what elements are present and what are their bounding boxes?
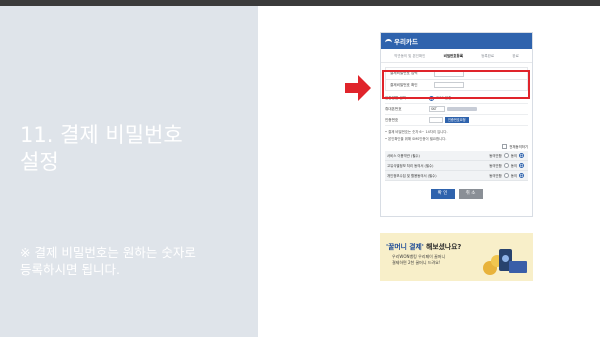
code-row: 인증번호 인증번호요청 (381, 115, 532, 125)
step-2: 비밀번호등록 (443, 54, 463, 58)
slide-body-line1: ※ 결제 비밀번호는 원하는 숫자로 (20, 245, 196, 260)
disagree-radio[interactable] (503, 173, 509, 178)
form-buttons: 확 인 취 소 (381, 189, 532, 199)
agreement-label[interactable]: 고유식별정보 처리 동의서 (필수) (387, 163, 433, 168)
note-2: • 본인확인을 위해 SMS인증이 필요합니다. (385, 137, 447, 141)
disagree-label: 동의안함 (489, 164, 502, 168)
progress-steps: 약관동의 및 본인확인 비밀번호등록 등록완료 완료 (381, 49, 532, 63)
code-input[interactable] (429, 117, 443, 123)
promo-banner[interactable]: '꿀머니 결제' 해보셨나요? 우리WON뱅킹 우리페이 꿀머니 결제하면 2천… (380, 233, 533, 281)
divider (385, 125, 528, 126)
slide-body-line2: 등록하시면 됩니다. (20, 262, 120, 277)
woori-logo-icon (385, 39, 392, 43)
payment-password-form-screenshot: 우리카드 약관동의 및 본인확인 비밀번호등록 등록완료 완료 결제비밀번호 입… (380, 32, 533, 217)
note-1: • 결제 비밀번호는 숫자 6~ 14자리 입니다. (385, 130, 448, 134)
agreement-label[interactable]: 개인정보수집 및 활용동의서 (필수) (387, 173, 437, 178)
red-highlight-box (382, 70, 530, 99)
agreement-options: 동의안함 동의 (489, 153, 526, 158)
red-arrow-icon (345, 75, 371, 101)
agree-radio[interactable] (519, 163, 524, 168)
disagree-radio[interactable] (503, 153, 509, 158)
slide-title-line1: 11. 결제 비밀번호 (20, 123, 183, 147)
card-logo-text: 우리카드 (394, 38, 418, 46)
disagree-label: 동의안함 (489, 174, 502, 178)
code-label: 인증번호 (385, 117, 399, 122)
phone-label: 휴대폰번호 (385, 106, 402, 111)
step-1: 약관동의 및 본인확인 (394, 54, 426, 58)
disagree-label: 동의안함 (489, 154, 502, 158)
banner-title-rest: 해보셨나요? (423, 243, 462, 251)
agree-all-row: 전체동의하기 (381, 142, 532, 151)
agreement-row: 서비스 이용약관 (필수) 동의안함 동의 (385, 151, 528, 161)
banner-title-quote: '꿀머니 결제' (386, 243, 424, 251)
request-code-button[interactable]: 인증번호요청 (445, 117, 469, 123)
agree-label: 동의 (510, 164, 517, 168)
agreement-row: 개인정보수집 및 활용동의서 (필수) 동의안함 동의 (385, 171, 528, 181)
step-3: 등록완료 (481, 54, 495, 58)
agree-radio[interactable] (519, 153, 524, 158)
agree-label: 동의 (510, 154, 517, 158)
confirm-button[interactable]: 확 인 (430, 189, 455, 199)
credit-card-icon (509, 261, 527, 273)
cancel-button[interactable]: 취 소 (458, 189, 483, 199)
phone-number-masked (447, 107, 477, 111)
slide-title-line2: 설정 (20, 150, 59, 174)
agree-all-checkbox[interactable] (502, 144, 508, 149)
slide-body-text: ※ 결제 비밀번호는 원하는 숫자로 등록하시면 됩니다. (20, 244, 255, 278)
agree-label: 동의 (510, 174, 517, 178)
agree-all-label: 전체동의하기 (509, 145, 528, 149)
card-header: 우리카드 (381, 33, 532, 49)
agree-radio[interactable] (519, 173, 524, 178)
step-4: 완료 (512, 54, 519, 58)
agreement-options: 동의안함 동의 (489, 173, 526, 178)
slide-title: 11. 결제 비밀번호 설정 (20, 122, 250, 176)
disagree-radio[interactable] (503, 163, 509, 168)
agreement-row: 고유식별정보 처리 동의서 (필수) 동의안함 동의 (385, 161, 528, 171)
banner-title: '꿀머니 결제' 해보셨나요? (386, 241, 461, 251)
agreement-options: 동의안함 동의 (489, 163, 526, 168)
banner-line2: 결제하면 2천 꿀머니 드려요! (392, 260, 441, 265)
carrier-select[interactable]: SKT (429, 106, 445, 112)
agreement-label[interactable]: 서비스 이용약관 (필수) (387, 153, 420, 158)
phone-row: 휴대폰번호 SKT (381, 104, 532, 114)
